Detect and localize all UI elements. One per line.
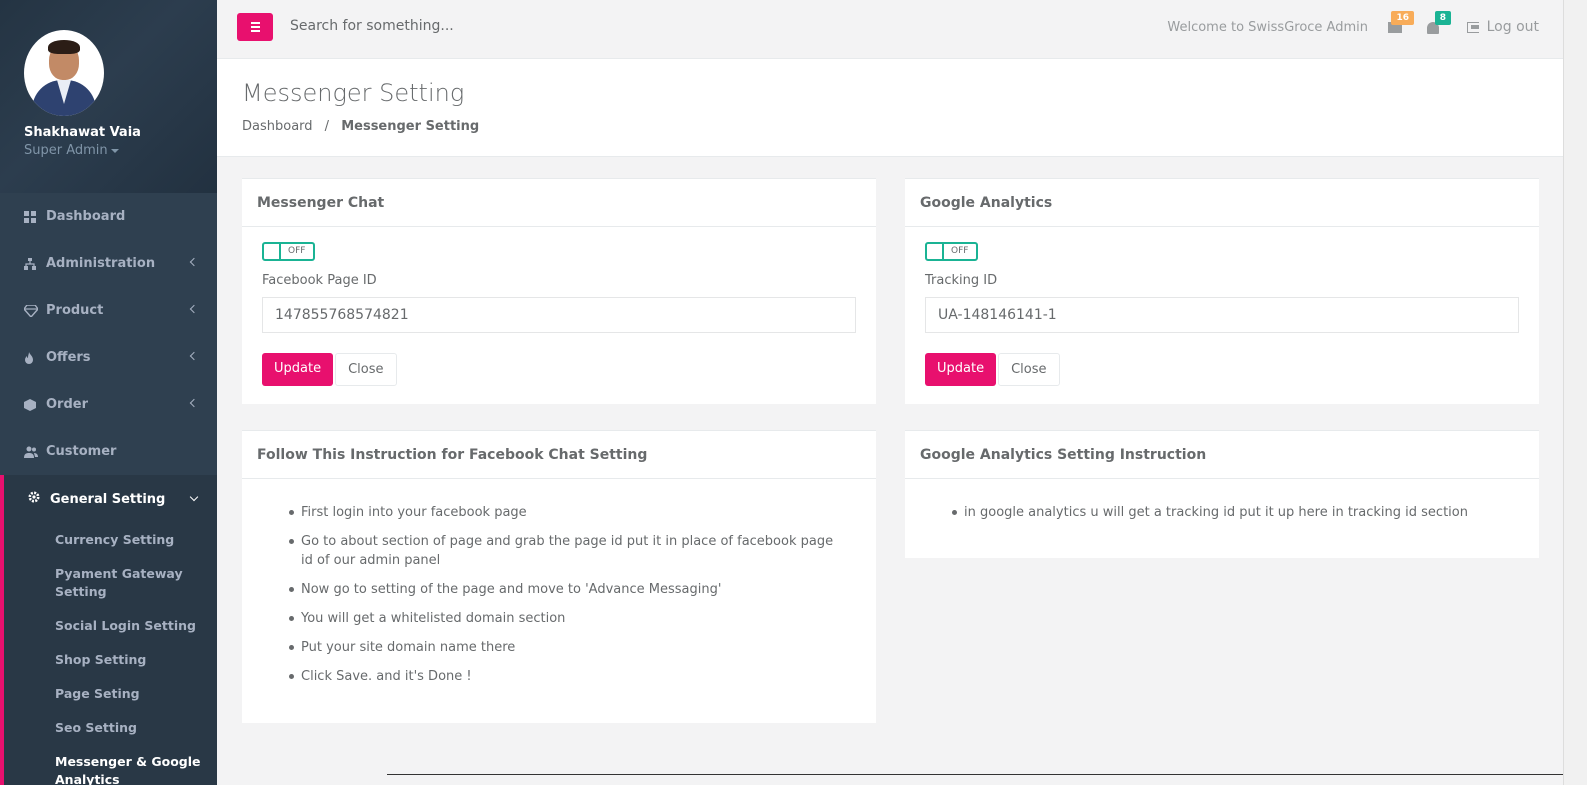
list-item: Now go to setting of the page and move t… — [289, 580, 846, 599]
card-title: Follow This Instruction for Facebook Cha… — [242, 431, 876, 479]
page-title: Messenger Setting — [242, 79, 465, 107]
list-item: Put your site domain name there — [289, 638, 846, 657]
avatar[interactable] — [24, 30, 104, 116]
chevron-left-icon — [189, 398, 199, 408]
diamond-icon — [23, 303, 39, 318]
card-title: Google Analytics Setting Instruction — [905, 431, 1539, 479]
list-item: Click Save. and it's Done ! — [289, 667, 846, 686]
logout-button[interactable]: Log out — [1466, 19, 1539, 35]
chevron-left-icon — [189, 351, 199, 361]
close-button[interactable]: Close — [335, 353, 397, 386]
sidebar-subitem-shop[interactable]: Shop Setting — [4, 643, 217, 677]
sitemap-icon — [24, 257, 36, 270]
sidebar-item-administration[interactable]: Administration — [0, 240, 217, 287]
caret-down-icon — [110, 148, 119, 153]
sidebar-item-label: Administration — [46, 256, 156, 271]
fire-icon — [24, 351, 36, 364]
sidebar-item-dashboard[interactable]: Dashboard — [0, 193, 217, 240]
messages-badge: 16 — [1391, 11, 1414, 25]
update-button[interactable]: Update — [262, 353, 334, 386]
sidebar-subitem-social-login[interactable]: Social Login Setting — [4, 609, 217, 643]
instruction-list: First login into your facebook page Go t… — [242, 479, 876, 686]
divider — [387, 774, 1563, 775]
list-item: Go to about section of page and grab the… — [289, 532, 846, 570]
sidebar-item-product[interactable]: Product — [0, 287, 217, 334]
card-title: Google Analytics — [905, 179, 1539, 227]
chevron-left-icon — [189, 304, 199, 314]
toggle-label: OFF — [288, 246, 306, 256]
list-item: You will get a whitelisted domain sectio… — [289, 609, 846, 628]
list-item: First login into your facebook page — [289, 503, 846, 522]
sidebar-item-offers[interactable]: Offers — [0, 334, 217, 381]
analytics-instruction-card: Google Analytics Setting Instruction in … — [905, 430, 1539, 558]
sidebar-item-label: Order — [46, 397, 88, 412]
tracking-id-label: Tracking ID — [925, 273, 998, 288]
facebook-instruction-card: Follow This Instruction for Facebook Cha… — [242, 430, 876, 723]
cube-icon — [24, 398, 36, 411]
close-button[interactable]: Close — [998, 353, 1060, 386]
sign-out-icon — [1466, 21, 1479, 33]
sidebar-item-label: Offers — [46, 350, 91, 365]
list-item: in google analytics u will get a trackin… — [952, 503, 1539, 522]
breadcrumb-current: Messenger Setting — [341, 119, 480, 134]
toggle-label: OFF — [951, 246, 969, 256]
sidebar-item-general-setting[interactable]: General Setting — [4, 475, 217, 523]
sidebar-subitem-seo[interactable]: Seo Setting — [4, 711, 217, 745]
sidebar-item-customer[interactable]: Customer — [0, 428, 217, 475]
topbar: Search for something... Welcome to Swiss… — [217, 0, 1563, 59]
menu-toggle-button[interactable] — [237, 13, 273, 41]
messenger-chat-card: Messenger Chat OFF Facebook Page ID 1478… — [242, 178, 876, 404]
users-icon — [24, 446, 38, 458]
sidebar-item-order[interactable]: Order — [0, 381, 217, 428]
analytics-toggle[interactable]: OFF — [925, 242, 978, 261]
profile-panel: Shakhawat Vaia Super Admin — [0, 0, 217, 193]
update-button[interactable]: Update — [925, 353, 997, 386]
chevron-down-icon — [189, 492, 199, 502]
instruction-list: in google analytics u will get a trackin… — [905, 479, 1539, 522]
facebook-page-id-label: Facebook Page ID — [262, 273, 377, 288]
profile-role-label: Super Admin — [24, 143, 108, 158]
scrollbar[interactable] — [1563, 0, 1587, 785]
welcome-text: Welcome to SwissGroce Admin — [1167, 20, 1368, 35]
facebook-page-id-input[interactable]: 147855768574821 — [262, 297, 856, 333]
dashboard-icon — [24, 210, 36, 223]
breadcrumb-home-link[interactable]: Dashboard — [242, 119, 313, 134]
page-heading: Messenger Setting Dashboard / Messenger … — [217, 59, 1563, 157]
sidebar-item-label: Dashboard — [46, 209, 126, 224]
sidebar-item-label: Product — [46, 303, 104, 318]
google-analytics-card: Google Analytics OFF Tracking ID UA-1481… — [905, 178, 1539, 404]
sidebar: Shakhawat Vaia Super Admin Dashboard Adm… — [0, 0, 217, 785]
profile-name: Shakhawat Vaia — [24, 125, 141, 140]
gear-icon — [28, 491, 40, 507]
sidebar-subitem-page[interactable]: Page Seting — [4, 677, 217, 711]
sidebar-group-general-setting: General Setting Currency Setting Pyament… — [0, 475, 217, 785]
sidebar-subitem-messenger-analytics[interactable]: Messenger & Google Analytics — [4, 745, 217, 785]
sidebar-item-label: Customer — [46, 444, 117, 459]
notifications-badge: 8 — [1434, 11, 1451, 25]
chevron-left-icon — [189, 257, 199, 267]
logout-label: Log out — [1486, 19, 1539, 35]
sidebar-subitem-payment-gateway[interactable]: Pyament Gateway Setting — [4, 557, 217, 609]
breadcrumb-separator: / — [324, 119, 330, 134]
card-title: Messenger Chat — [242, 179, 876, 227]
sidebar-subitem-currency[interactable]: Currency Setting — [4, 523, 217, 557]
breadcrumb: Dashboard / Messenger Setting — [242, 119, 1563, 134]
profile-role-dropdown[interactable]: Super Admin — [24, 143, 217, 158]
sidebar-item-label: General Setting — [50, 491, 166, 507]
messenger-toggle[interactable]: OFF — [262, 242, 315, 261]
tracking-id-input[interactable]: UA-148146141-1 — [925, 297, 1519, 333]
search-input[interactable]: Search for something... — [290, 18, 454, 34]
